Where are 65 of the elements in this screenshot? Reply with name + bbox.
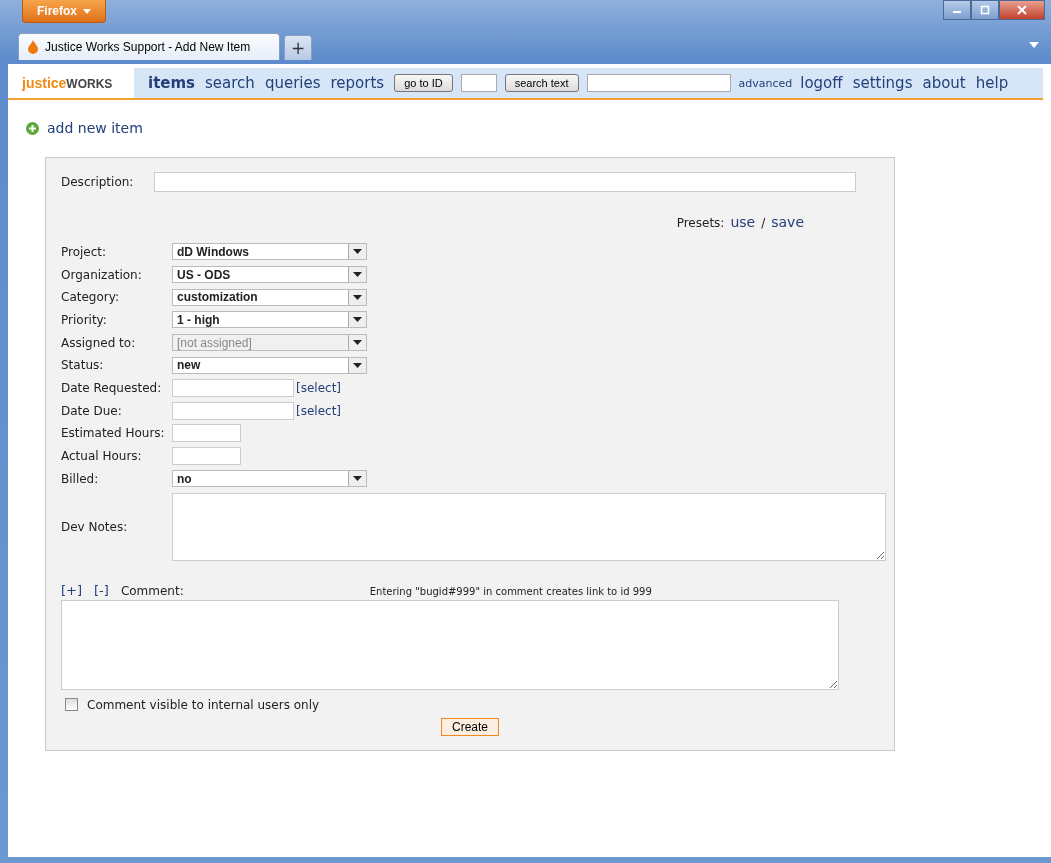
field-label: Category: xyxy=(61,290,120,305)
nav-link[interactable]: queries xyxy=(264,74,321,92)
comment-field[interactable] xyxy=(61,599,839,690)
nav-link[interactable]: about xyxy=(922,74,966,92)
hours-field[interactable] xyxy=(172,447,241,466)
nav-link[interactable]: reports xyxy=(330,74,385,92)
field-label: Estimated Hours: xyxy=(61,426,166,441)
date-field[interactable] xyxy=(172,401,294,420)
field-label: Organization: xyxy=(61,267,143,282)
field-label: Status: xyxy=(61,358,105,373)
comment-label: Comment: xyxy=(120,583,184,598)
advanced-link[interactable]: advanced xyxy=(738,76,793,90)
close-icon xyxy=(1016,5,1028,15)
search-text-button[interactable]: search text xyxy=(504,74,579,92)
nav-link[interactable]: items xyxy=(148,74,196,92)
create-button[interactable]: Create xyxy=(441,717,499,736)
logo: justiceWORKS xyxy=(20,75,114,91)
dropdown[interactable]: new xyxy=(172,356,367,374)
search-field[interactable] xyxy=(586,74,731,92)
field-label: Dev Notes: xyxy=(61,519,129,534)
flame-icon xyxy=(27,40,39,54)
separator-text: / xyxy=(761,216,766,230)
field-label: Actual Hours: xyxy=(61,449,143,464)
field-label: Description: xyxy=(61,175,135,189)
dropdown[interactable]: US - ODS xyxy=(172,266,367,284)
maximize-button[interactable] xyxy=(971,0,999,20)
checkbox-label: Comment visible to internal users only xyxy=(87,697,320,712)
nav-link[interactable]: settings xyxy=(852,74,913,92)
nav-link[interactable]: search xyxy=(205,74,255,92)
new-tab-button[interactable]: + xyxy=(284,35,312,60)
id-field[interactable] xyxy=(460,74,497,92)
field-label: Assigned to: xyxy=(61,335,137,350)
use-preset-link[interactable]: use xyxy=(730,214,756,230)
add-new-item-link[interactable]: add new item xyxy=(47,120,143,136)
browser-tab[interactable]: Justice Works Support - Add New Item xyxy=(18,33,280,60)
nav-link[interactable]: logoff xyxy=(800,74,843,92)
nav-link[interactable]: help xyxy=(975,74,1009,92)
collapse-link[interactable]: [-] xyxy=(94,582,109,598)
field-label: Billed: xyxy=(61,471,100,486)
dropdown[interactable]: dD Windows xyxy=(172,243,367,261)
select-date-link[interactable]: [select] xyxy=(296,403,342,418)
tab-list-icon[interactable] xyxy=(1029,42,1039,48)
date-field[interactable] xyxy=(172,378,294,397)
close-button[interactable] xyxy=(999,0,1045,20)
checkbox[interactable] xyxy=(65,698,78,712)
field-label: Date Requested: xyxy=(61,380,163,395)
field-label: Date Due: xyxy=(61,403,123,418)
minimize-button[interactable] xyxy=(943,0,971,20)
dropdown[interactable]: customization xyxy=(172,288,367,306)
maximize-icon xyxy=(979,5,991,15)
go-to-id-button[interactable]: go to ID xyxy=(394,74,453,92)
hours-field[interactable] xyxy=(172,424,241,443)
select-date-link[interactable]: [select] xyxy=(296,380,342,395)
dropdown[interactable]: no xyxy=(172,470,367,488)
field-label: Priority: xyxy=(61,312,108,327)
comment-hint: Entering "bugid#999" in comment creates link to id 999 xyxy=(369,585,652,597)
add-icon xyxy=(26,121,39,135)
caret-icon xyxy=(83,8,91,14)
presets-label: Presets: xyxy=(676,216,725,230)
save-preset-link[interactable]: save xyxy=(771,214,804,230)
expand-link[interactable]: [+] xyxy=(61,582,83,598)
description-field[interactable] xyxy=(154,172,856,192)
dev-notes-field[interactable] xyxy=(172,492,886,561)
dropdown[interactable]: 1 - high xyxy=(172,311,367,329)
field-label: Project: xyxy=(61,244,108,259)
